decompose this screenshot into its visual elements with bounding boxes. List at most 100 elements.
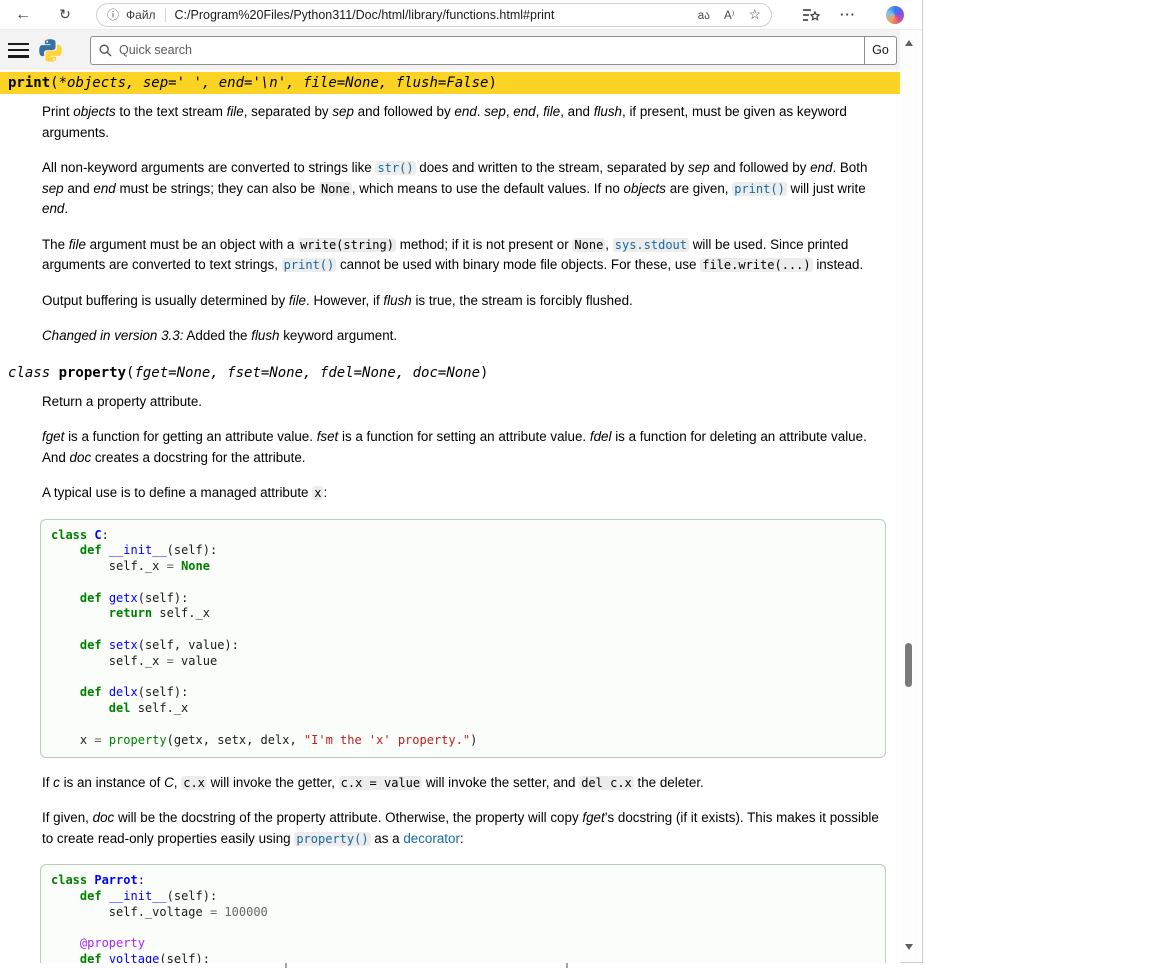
text-run: . However, if [306,293,383,308]
text-run: file.write(...) [700,258,812,272]
doc-link[interactable]: property() [294,832,370,846]
text-run: A typical use is to define a managed att… [42,485,312,500]
file-protocol-label: Файл [126,8,156,22]
text-run: write(string) [298,238,396,252]
text-run: keyword argument. [280,328,398,343]
text-run: All non-keyword arguments are converted … [42,160,375,175]
go-button[interactable]: Go [864,36,897,65]
code-token: __init__ [109,543,167,557]
text-run: will just write [787,181,866,196]
text-run: argument must be an object with a [86,237,298,252]
translate-icon[interactable]: аა [698,8,710,22]
code-token: def [80,543,102,557]
text-run: *objects, sep=' ', end='\n', file=None, … [59,75,489,91]
code-token: Parrot [94,873,137,887]
code-token [51,543,80,557]
text-run: doc [93,810,115,825]
code-line: def voltage(self): [51,952,875,963]
address-bar[interactable]: ⓘ Файл C:/Program%20Files/Python311/Doc/… [96,3,772,27]
add-favorite-star-icon[interactable]: ☆ [748,6,761,23]
text-run: c.x = value [339,776,422,790]
text-run: flush [251,328,279,343]
text-run: end [93,181,115,196]
code-token: (self, value): [138,638,239,652]
back-button[interactable]: ← [10,6,36,24]
paragraph: If given, doc will be the docstring of t… [42,808,888,849]
code-token: = [94,733,101,747]
code-token: (self): [167,543,218,557]
page-info-icon[interactable]: ⓘ [107,6,119,23]
refresh-button[interactable]: ↻ [52,6,78,23]
text-run: file [227,104,244,119]
browser-window: ← ↻ ⓘ Файл C:/Program%20Files/Python311/… [0,0,923,963]
doc-link[interactable]: decorator [403,831,460,846]
code-token: 100000 [224,905,267,919]
code-line: @property [51,936,875,952]
text-run: does and written to the stream, separate… [416,160,688,175]
scroll-up-arrow-icon[interactable] [905,40,913,46]
text-run: If given, [42,810,93,825]
scrollbar-thumb[interactable] [905,643,912,687]
doc-link[interactable]: print() [282,258,337,272]
text-run: : [323,485,327,500]
text-run: end [513,104,535,119]
text-run: , and [560,104,594,119]
code-token [102,952,109,963]
text-run: flush [383,293,411,308]
text-run: end [810,160,832,175]
text-run: sep [42,181,64,196]
code-token: @property [80,936,145,950]
code-token [51,685,80,699]
vertical-scrollbar[interactable] [901,30,917,962]
menu-icon[interactable] [8,43,29,58]
text-run: If [42,775,53,790]
text-run: x [312,486,323,500]
back-icon: ← [15,6,31,23]
text-run: as a [371,831,404,846]
code-token: (self): [167,889,218,903]
code-token: def [80,952,102,963]
print-signature: print(*objects, sep=' ', end='\n', file=… [0,72,900,94]
text-run: and [64,181,94,196]
code-token [102,543,109,557]
doc-link[interactable]: print() [732,182,787,196]
code-token: self._x [51,559,167,573]
settings-more-icon[interactable]: ··· [838,7,858,22]
doc-link[interactable]: str() [375,161,415,175]
text-run: is an instance of [60,775,164,790]
python-logo[interactable] [39,39,62,62]
docs-topbar: Go [0,30,900,70]
property-signature: class property(fget=None, fset=None, fde… [0,362,900,384]
text-run: and followed by [354,104,455,119]
text-run: c [53,775,60,790]
text-run: creates a docstring for the attribute. [91,450,305,465]
window-edge-tick [285,963,287,968]
copilot-icon[interactable] [886,6,904,24]
text-run: Output buffering is usually determined b… [42,293,289,308]
code-token: None [181,559,210,573]
text-run: . Both [832,160,867,175]
code-token: : [102,528,109,542]
code-line: def __init__(self): [51,889,875,905]
window-edge-tick [566,963,568,968]
read-aloud-icon[interactable]: A⁾ [724,8,735,22]
scroll-down-arrow-icon[interactable] [905,944,913,950]
text-run: objects [73,104,115,119]
text-run: file [543,104,560,119]
code-line: def getx(self): [51,591,875,607]
favorites-hub-icon[interactable] [802,7,820,23]
code-line: class Parrot: [51,873,875,889]
code-token: property [109,733,167,747]
text-run: fget [42,429,64,444]
search-field[interactable] [90,36,864,65]
code-token: setx [109,638,138,652]
search-input[interactable] [119,43,856,57]
text-run: , which means to use the default values.… [352,181,624,196]
browser-toolbar: ← ↻ ⓘ Файл C:/Program%20Files/Python311/… [0,0,922,30]
search-icon [99,44,112,57]
code-line [51,575,875,591]
url-text[interactable]: C:/Program%20Files/Python311/Doc/html/li… [175,8,684,22]
property-description: Return a property attribute. fget is a f… [42,392,888,964]
code-token [51,638,80,652]
doc-link[interactable]: sys.stdout [613,238,689,252]
